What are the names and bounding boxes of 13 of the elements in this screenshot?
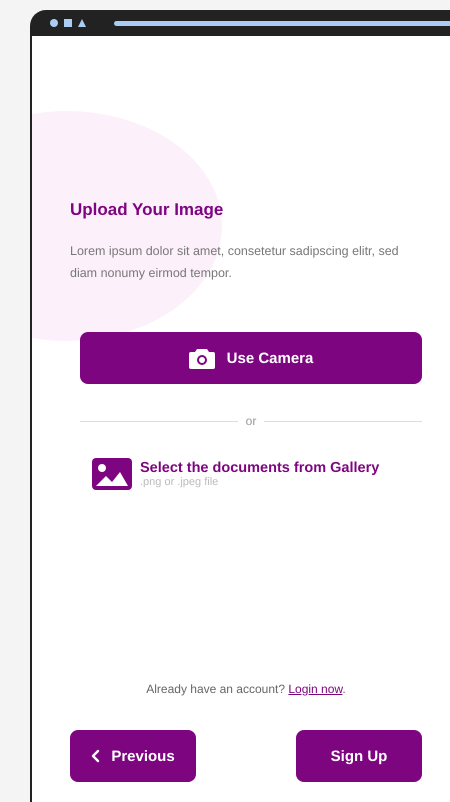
- page-title: Upload Your Image: [70, 200, 224, 220]
- previous-button[interactable]: Previous: [70, 730, 196, 782]
- or-label: or: [246, 414, 256, 428]
- description-text: Lorem ipsum dolor sit amet, consetetur sadipscing elitr, sed diam nonumy eirmod tempor.: [70, 243, 400, 282]
- file-type-hint: .png or .jpeg file: [140, 476, 220, 488]
- login-prompt: Already have an account? Login now.: [145, 682, 347, 696]
- login-link[interactable]: Login now: [288, 682, 342, 696]
- sign-up-button[interactable]: Sign Up: [296, 730, 422, 782]
- use-camera-button[interactable]: Use Camera: [80, 332, 422, 384]
- camera-icon: [188, 347, 215, 369]
- gallery-link[interactable]: Select the documents from Gallery: [140, 460, 380, 476]
- chevron-left-icon: [91, 749, 102, 763]
- image-icon[interactable]: [92, 458, 132, 490]
